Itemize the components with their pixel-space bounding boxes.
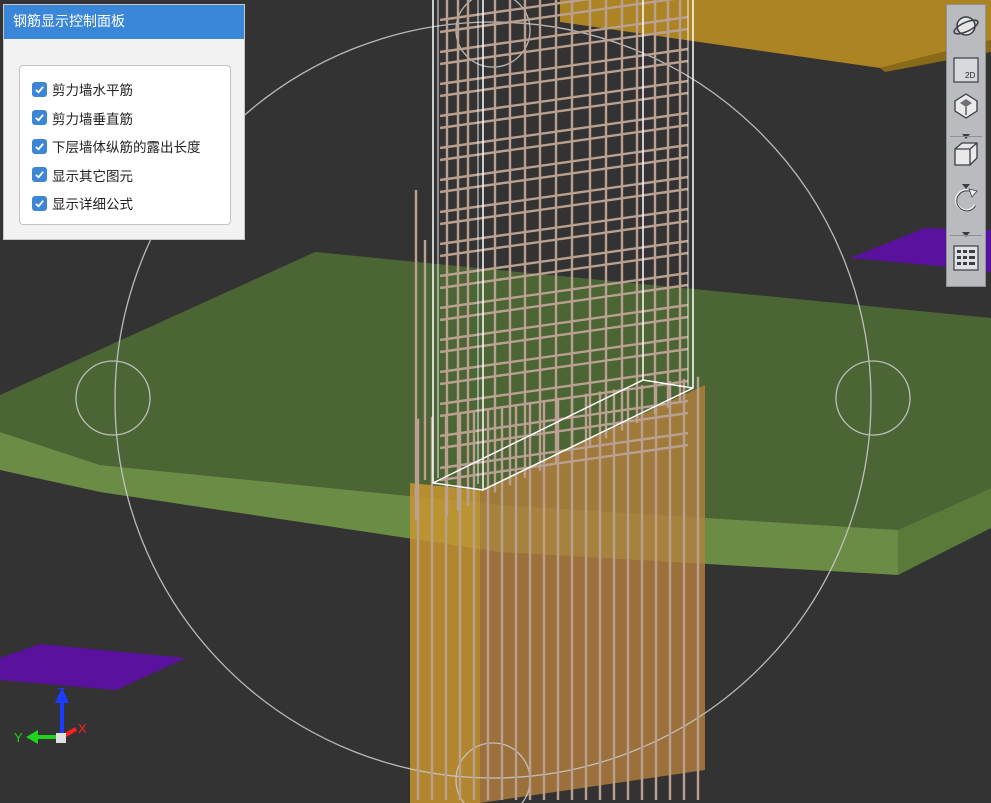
option-show-detailed-formula[interactable]: 显示详细公式 — [20, 189, 230, 218]
view-cube-dropdown-icon[interactable] — [962, 125, 970, 139]
view-cube-icon[interactable] — [951, 91, 981, 121]
axis-x-label: X — [78, 721, 87, 736]
2d-label: 2D — [965, 71, 975, 80]
options-box: 剪力墙水平筋 剪力墙垂直筋 下层墙体纵筋的露出长度 显示其它图元 显示详细公式 — [19, 65, 231, 225]
checkbox-checked[interactable] — [32, 167, 47, 183]
axis-z-label: Z — [57, 685, 65, 700]
rebar-display-control-panel: 钢筋显示控制面板 剪力墙水平筋 剪力墙垂直筋 下层墙体纵筋的露出长度 显示其它图… — [3, 4, 245, 240]
box-view-dropdown-icon[interactable] — [962, 175, 970, 189]
checkbox-checked[interactable] — [32, 81, 47, 97]
orbit-icon[interactable] — [951, 11, 981, 41]
layer-panel-icon[interactable] — [951, 243, 981, 273]
option-label: 剪力墙水平筋 — [52, 83, 133, 100]
box-view-icon[interactable] — [951, 139, 981, 169]
toolbar-divider — [950, 235, 982, 236]
option-wall-vertical-rebar[interactable]: 剪力墙垂直筋 — [20, 104, 230, 133]
rotate-icon[interactable] — [951, 186, 981, 216]
option-label: 显示详细公式 — [52, 197, 133, 214]
option-lower-wall-rebar-exposed-length[interactable]: 下层墙体纵筋的露出长度 — [20, 132, 230, 161]
rotate-dropdown-icon[interactable] — [962, 223, 970, 237]
toolbar-divider — [950, 136, 982, 137]
option-label: 显示其它图元 — [52, 168, 133, 185]
option-show-other-elements[interactable]: 显示其它图元 — [20, 161, 230, 190]
option-wall-horizontal-rebar[interactable]: 剪力墙水平筋 — [20, 75, 230, 104]
axis-y-label: Y — [14, 730, 23, 745]
checkbox-checked[interactable] — [32, 195, 47, 211]
panel-title: 钢筋显示控制面板 — [4, 5, 244, 39]
option-label: 剪力墙垂直筋 — [52, 111, 133, 128]
checkbox-checked[interactable] — [32, 110, 47, 126]
view-toolbar: 2D — [946, 4, 986, 287]
checkbox-checked[interactable] — [32, 138, 47, 154]
2d-view-icon[interactable]: 2D — [951, 55, 981, 85]
option-label: 下层墙体纵筋的露出长度 — [52, 140, 201, 157]
